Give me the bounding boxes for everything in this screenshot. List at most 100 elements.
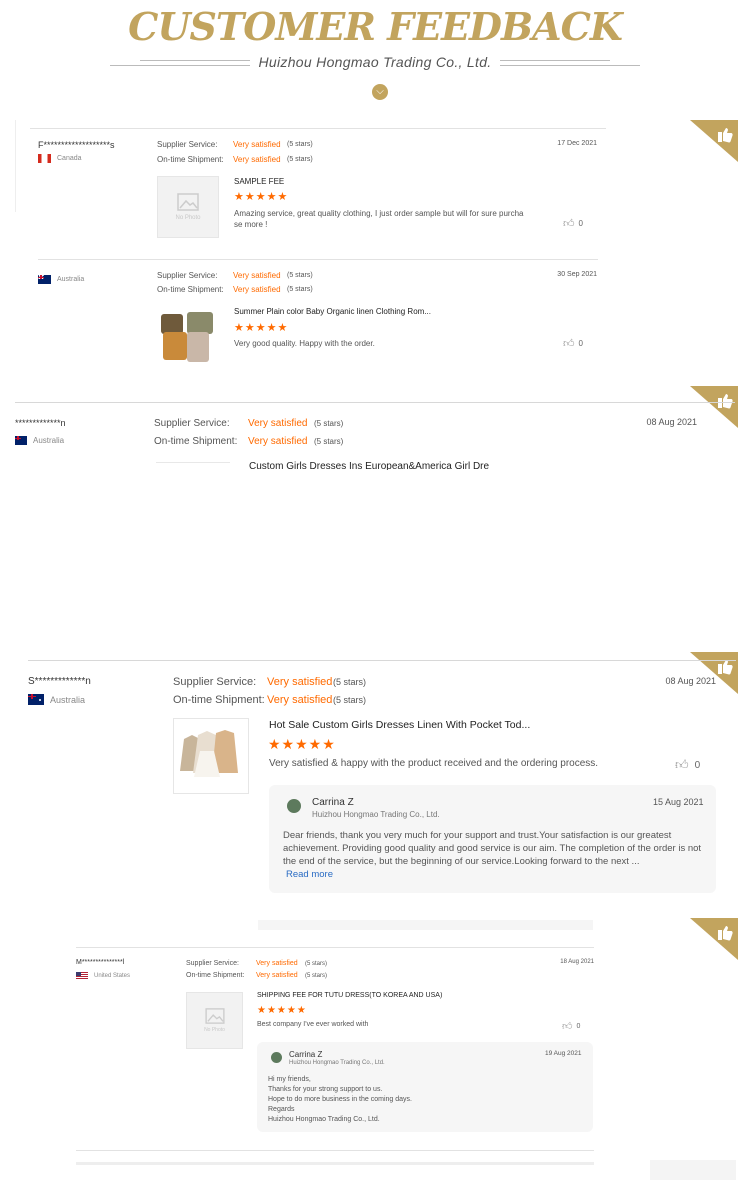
rating-stars: ★★★★★	[234, 191, 289, 203]
no-photo-thumbnail[interactable]: No Photo	[186, 992, 243, 1049]
supplier-service-value: Very satisfied	[256, 960, 298, 967]
country-label: Australia	[57, 276, 85, 283]
review-date: 08 Aug 2021	[646, 417, 697, 427]
shipment-stars-text: (5 stars)	[287, 156, 313, 163]
reply-date: 15 Aug 2021	[653, 797, 704, 807]
no-photo-thumbnail[interactable]: No Photo	[157, 176, 219, 238]
reply-author: Carrina Z	[312, 797, 354, 808]
product-thumbnail[interactable]	[157, 306, 219, 364]
like-count: 0	[576, 1022, 581, 1030]
reviewer-name: *************n	[15, 418, 66, 428]
shipment-label: On-time Shipment:	[157, 285, 224, 294]
thumbs-up-icon: 👍︎	[563, 218, 575, 230]
product-title[interactable]: Custom Girls Dresses Ins European&Americ…	[249, 461, 509, 470]
divider	[76, 947, 594, 948]
shipment-stars-text: (5 stars)	[333, 695, 367, 705]
reviewer-country: United States	[76, 972, 130, 980]
reviewer-country: Australia	[15, 436, 64, 445]
usa-flag-icon	[76, 972, 88, 980]
reviewer-country: Canada	[38, 154, 82, 163]
reply-line: Regards	[268, 1106, 295, 1113]
review-date: 17 Dec 2021	[557, 140, 597, 147]
read-more-link[interactable]: Read more	[286, 869, 333, 880]
shipment-value: Very satisfied	[248, 436, 308, 447]
supplier-stars-text: (5 stars)	[305, 961, 328, 967]
reviewer-name: M***************l	[76, 959, 125, 966]
rating-stars: ★★★★★	[268, 736, 336, 752]
product-title[interactable]: Summer Plain color Baby Organic linen Cl…	[234, 307, 534, 316]
reviewer-name: F*******************s	[38, 140, 115, 150]
shipment-value: Very satisfied	[256, 972, 298, 979]
shipment-label: On-time Shipment:	[154, 436, 238, 447]
country-label: United States	[94, 973, 131, 979]
australia-flag-icon	[28, 694, 44, 705]
company-logo-icon	[287, 799, 301, 813]
shipment-stars-text: (5 stars)	[287, 286, 313, 293]
supplier-service-label: Supplier Service:	[157, 271, 218, 280]
reply-line: Hi my friends,	[268, 1076, 311, 1083]
shipment-label: On-time Shipment:	[186, 972, 245, 979]
reply-date: 19 Aug 2021	[545, 1050, 582, 1057]
reviewer-country: Australia	[38, 275, 84, 284]
review-date: 30 Sep 2021	[557, 271, 597, 278]
australia-flag-icon	[15, 436, 27, 445]
clothing-photo-icon	[161, 312, 213, 362]
like-button[interactable]: 👍︎ 0	[562, 1020, 580, 1032]
thumbs-up-icon: 👍︎	[563, 338, 575, 350]
rating-stars: ★★★★★	[257, 1005, 307, 1016]
supplier-service-value: Very satisfied	[248, 418, 308, 429]
divider	[15, 402, 735, 403]
rating-stars: ★★★★★	[234, 322, 289, 334]
thumbnail-edge	[156, 462, 230, 463]
reply-author: Carrina Z	[289, 1050, 323, 1059]
like-button[interactable]: 👍︎ 0	[563, 217, 583, 230]
supplier-service-value: Very satisfied	[233, 271, 281, 280]
supplier-stars-text: (5 stars)	[314, 419, 344, 428]
supplier-stars-text: (5 stars)	[287, 141, 313, 148]
canada-flag-icon	[38, 154, 51, 163]
like-count: 0	[578, 219, 583, 228]
product-title[interactable]: SHIPPING FEE FOR TUTU DRESS(TO KOREA AND…	[257, 992, 557, 999]
reviewer-country: Australia	[28, 694, 85, 705]
thumbs-up-corner-icon	[690, 652, 738, 694]
divider	[76, 1150, 594, 1151]
reply-company: Huizhou Hongmao Trading Co., Ltd.	[312, 810, 440, 819]
review-comment: Amazing service, great quality clothing,…	[234, 209, 524, 229]
divider	[28, 660, 736, 661]
page-title: CUSTOMER FEEDBACK	[128, 4, 623, 49]
cropped-row-edge	[76, 1162, 594, 1165]
supplier-service-value: Very satisfied	[267, 676, 333, 688]
supplier-reply: Carrina Z Huizhou Hongmao Trading Co., L…	[269, 785, 716, 893]
cropped-corner-edge	[650, 1160, 736, 1180]
reply-line: Thanks for your strong support to us.	[268, 1086, 383, 1093]
no-photo-label: No Photo	[175, 215, 201, 221]
reviewer-name: S*************n	[28, 676, 91, 687]
company-logo-icon	[271, 1052, 282, 1063]
product-title[interactable]: Hot Sale Custom Girls Dresses Linen With…	[269, 719, 599, 731]
like-button[interactable]: 👍︎ 0	[675, 757, 700, 773]
product-title[interactable]: SAMPLE FEE	[234, 177, 534, 186]
like-count: 0	[578, 339, 583, 348]
review-comment: Best company I've ever worked with	[257, 1021, 369, 1028]
chevron-down-icon[interactable]: ⌵	[372, 84, 388, 100]
shipment-value: Very satisfied	[267, 694, 333, 706]
subtitle-row: Huizhou Hongmao Trading Co., Ltd.	[0, 54, 750, 74]
image-placeholder-icon	[177, 193, 199, 211]
supplier-service-label: Supplier Service:	[157, 140, 218, 149]
thumbs-up-corner-icon	[690, 386, 738, 428]
thumbs-up-corner-icon	[690, 918, 738, 960]
thumbs-up-icon: 👍︎	[562, 1021, 573, 1032]
product-thumbnail[interactable]	[173, 718, 249, 794]
supplier-service-label: Supplier Service:	[154, 418, 230, 429]
reply-text: Dear friends, thank you very much for yo…	[283, 830, 702, 867]
supplier-stars-text: (5 stars)	[287, 272, 313, 279]
divider	[15, 120, 16, 212]
country-label: Australia	[50, 694, 86, 705]
like-button[interactable]: 👍︎ 0	[563, 337, 583, 350]
divider	[30, 128, 606, 129]
reply-line: Hope to do more business in the coming d…	[268, 1096, 412, 1103]
image-placeholder-icon	[204, 1008, 225, 1024]
no-photo-label: No Photo	[204, 1027, 225, 1033]
like-count: 0	[694, 759, 701, 771]
country-label: Australia	[33, 436, 65, 445]
